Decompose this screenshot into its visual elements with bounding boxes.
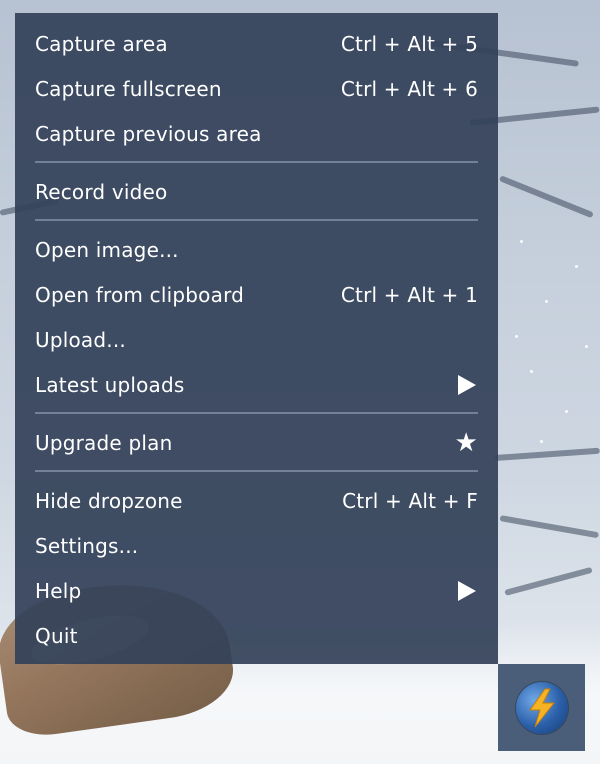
desktop: Capture area Ctrl + Alt + 5 Capture full… <box>0 0 600 764</box>
menu-item-label: Open from clipboard <box>35 282 245 307</box>
menu-item-label: Latest uploads <box>35 372 185 397</box>
wallpaper-branch <box>499 515 600 539</box>
menu-item-capture-fullscreen[interactable]: Capture fullscreen Ctrl + Alt + 6 <box>15 66 498 111</box>
menu-item-label: Hide dropzone <box>35 488 183 513</box>
menu-item-hide-dropzone[interactable]: Hide dropzone Ctrl + Alt + F <box>15 478 498 523</box>
menu-item-label: Upgrade plan <box>35 430 173 455</box>
snowflake <box>585 345 588 348</box>
menu-item-open-image[interactable]: Open image... <box>15 227 498 272</box>
star-icon: ★ <box>454 427 478 458</box>
menu-separator <box>35 470 478 472</box>
menu-item-label: Record video <box>35 179 168 204</box>
menu-item-capture-area[interactable]: Capture area Ctrl + Alt + 5 <box>15 21 498 66</box>
arrow-right-icon <box>458 374 476 395</box>
menu-item-upgrade-plan[interactable]: Upgrade plan ★ <box>15 420 498 465</box>
context-menu: Capture area Ctrl + Alt + 5 Capture full… <box>15 13 498 664</box>
menu-item-label: Capture area <box>35 31 168 56</box>
menu-item-capture-previous-area[interactable]: Capture previous area <box>15 111 498 156</box>
lightning-app-icon <box>515 681 568 734</box>
snowflake <box>575 265 578 268</box>
menu-separator <box>35 412 478 414</box>
snowflake <box>545 300 548 303</box>
menu-item-label: Quit <box>35 623 78 648</box>
snowflake <box>530 370 533 373</box>
menu-item-shortcut: Ctrl + Alt + 1 <box>340 282 478 307</box>
snowflake <box>540 440 543 443</box>
menu-item-shortcut: Ctrl + Alt + F <box>342 488 478 513</box>
menu-item-open-from-clipboard[interactable]: Open from clipboard Ctrl + Alt + 1 <box>15 272 498 317</box>
menu-item-label: Capture fullscreen <box>35 76 222 101</box>
arrow-right-icon <box>458 580 476 601</box>
tray-app-button[interactable] <box>498 664 585 751</box>
menu-item-label: Help <box>35 578 82 603</box>
menu-item-latest-uploads[interactable]: Latest uploads <box>15 362 498 407</box>
menu-item-label: Upload... <box>35 327 126 352</box>
menu-separator <box>35 219 478 221</box>
lightning-bolt-icon <box>528 688 555 727</box>
snowflake <box>520 240 523 243</box>
snowflake <box>515 335 518 338</box>
menu-item-help[interactable]: Help <box>15 568 498 613</box>
menu-item-shortcut: Ctrl + Alt + 6 <box>340 76 478 101</box>
menu-item-label: Settings... <box>35 533 139 558</box>
menu-item-record-video[interactable]: Record video <box>15 169 498 214</box>
menu-item-label: Capture previous area <box>35 121 262 146</box>
menu-item-quit[interactable]: Quit <box>15 613 498 658</box>
wallpaper-branch <box>498 175 594 219</box>
menu-item-shortcut: Ctrl + Alt + 5 <box>340 31 478 56</box>
wallpaper-branch <box>504 566 593 596</box>
menu-item-upload[interactable]: Upload... <box>15 317 498 362</box>
wallpaper-branch <box>494 447 600 461</box>
menu-separator <box>35 161 478 163</box>
menu-item-label: Open image... <box>35 237 179 262</box>
menu-item-settings[interactable]: Settings... <box>15 523 498 568</box>
snowflake <box>565 410 568 413</box>
